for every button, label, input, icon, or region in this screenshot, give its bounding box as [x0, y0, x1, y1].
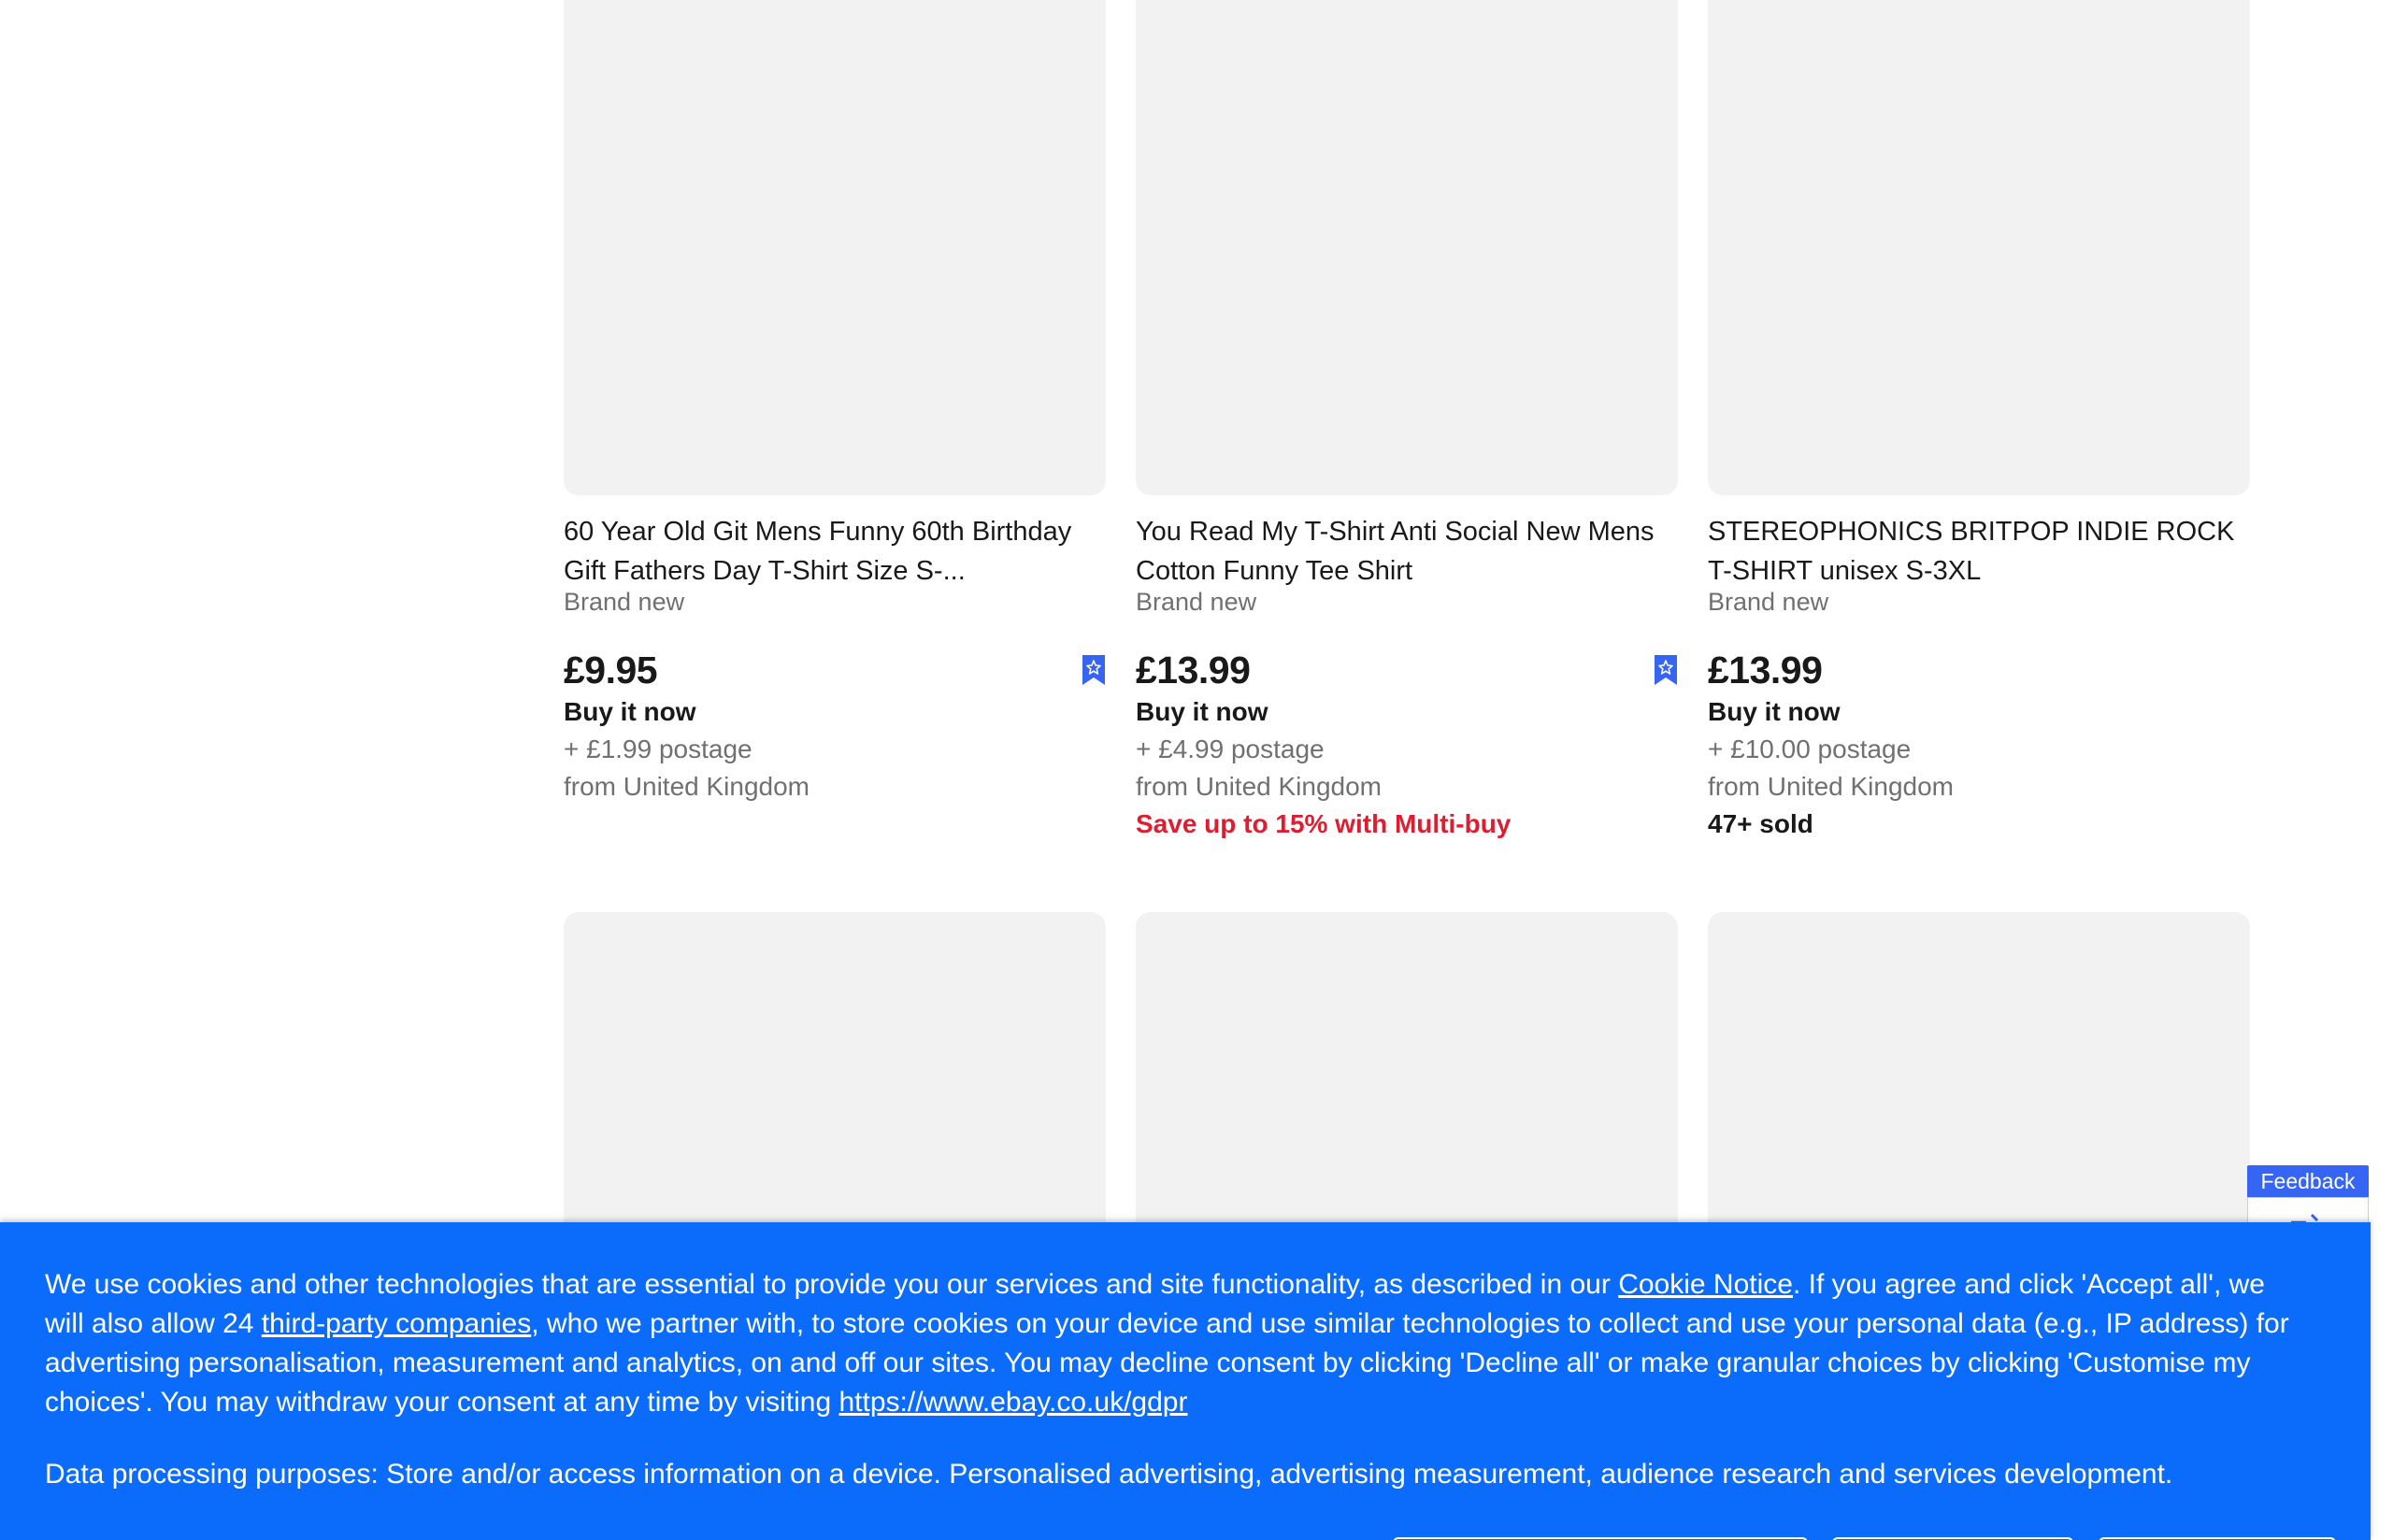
gdpr-link[interactable]: https://www.ebay.co.uk/gdpr: [838, 1387, 1187, 1418]
price-row: £13.99: [1136, 649, 1678, 692]
data-processing-purposes: Data processing purposes: Store and/or a…: [45, 1459, 2173, 1490]
price-row: £9.95: [564, 649, 1106, 692]
postage-cost: + £4.99 postage: [1136, 734, 1325, 763]
product-image[interactable]: [1136, 0, 1678, 495]
postage-cost: + £1.99 postage: [564, 734, 752, 763]
search-results-page: 60 Year Old Git Mens Funny 60th Birthday…: [0, 0, 2393, 1540]
postage-cost: + £10.00 postage: [1708, 734, 1912, 763]
buying-format: Buy it now: [1136, 697, 1268, 726]
watchlist-bookmark-icon[interactable]: [1082, 654, 1106, 686]
buying-format: Buy it now: [1708, 697, 1841, 726]
cookie-consent-banner: We use cookies and other technologies th…: [0, 1222, 2371, 1540]
multibuy-promo: Save up to 15% with Multi-buy: [1136, 809, 1512, 838]
product-price: £13.99: [1708, 649, 1823, 692]
cookie-consent-text: We use cookies and other technologies th…: [45, 1265, 2307, 1422]
sold-count: 47+ sold: [1708, 809, 1813, 838]
product-card[interactable]: STEREOPHONICS BRITPOP INDIE ROCK T-SHIRT…: [1708, 0, 2250, 843]
product-image[interactable]: [1708, 0, 2250, 495]
cookie-text-part: We use cookies and other technologies th…: [45, 1269, 1619, 1300]
product-condition: Brand new: [1136, 588, 1257, 616]
product-price: £9.95: [564, 649, 658, 692]
product-condition: Brand new: [564, 588, 685, 616]
buying-format: Buy it now: [564, 697, 696, 726]
product-price: £13.99: [1136, 649, 1251, 692]
item-location: from United Kingdom: [564, 772, 810, 801]
product-card[interactable]: You Read My T-Shirt Anti Social New Mens…: [1136, 0, 1678, 843]
watchlist-bookmark-icon[interactable]: [1654, 654, 1678, 686]
product-image[interactable]: [564, 0, 1106, 495]
product-title[interactable]: 60 Year Old Git Mens Funny 60th Birthday…: [564, 512, 1106, 591]
product-card[interactable]: 60 Year Old Git Mens Funny 60th Birthday…: [564, 0, 1106, 806]
third-party-companies-link[interactable]: third-party companies: [262, 1308, 531, 1339]
item-location: from United Kingdom: [1136, 772, 1383, 801]
price-row: £13.99: [1708, 649, 2250, 692]
cookie-notice-link[interactable]: Cookie Notice: [1618, 1269, 1793, 1300]
product-condition: Brand new: [1708, 588, 1829, 616]
item-location: from United Kingdom: [1708, 772, 1955, 801]
product-title[interactable]: STEREOPHONICS BRITPOP INDIE ROCK T-SHIRT…: [1708, 512, 2250, 591]
feedback-button[interactable]: Feedback: [2247, 1165, 2369, 1197]
product-title[interactable]: You Read My T-Shirt Anti Social New Mens…: [1136, 512, 1678, 591]
